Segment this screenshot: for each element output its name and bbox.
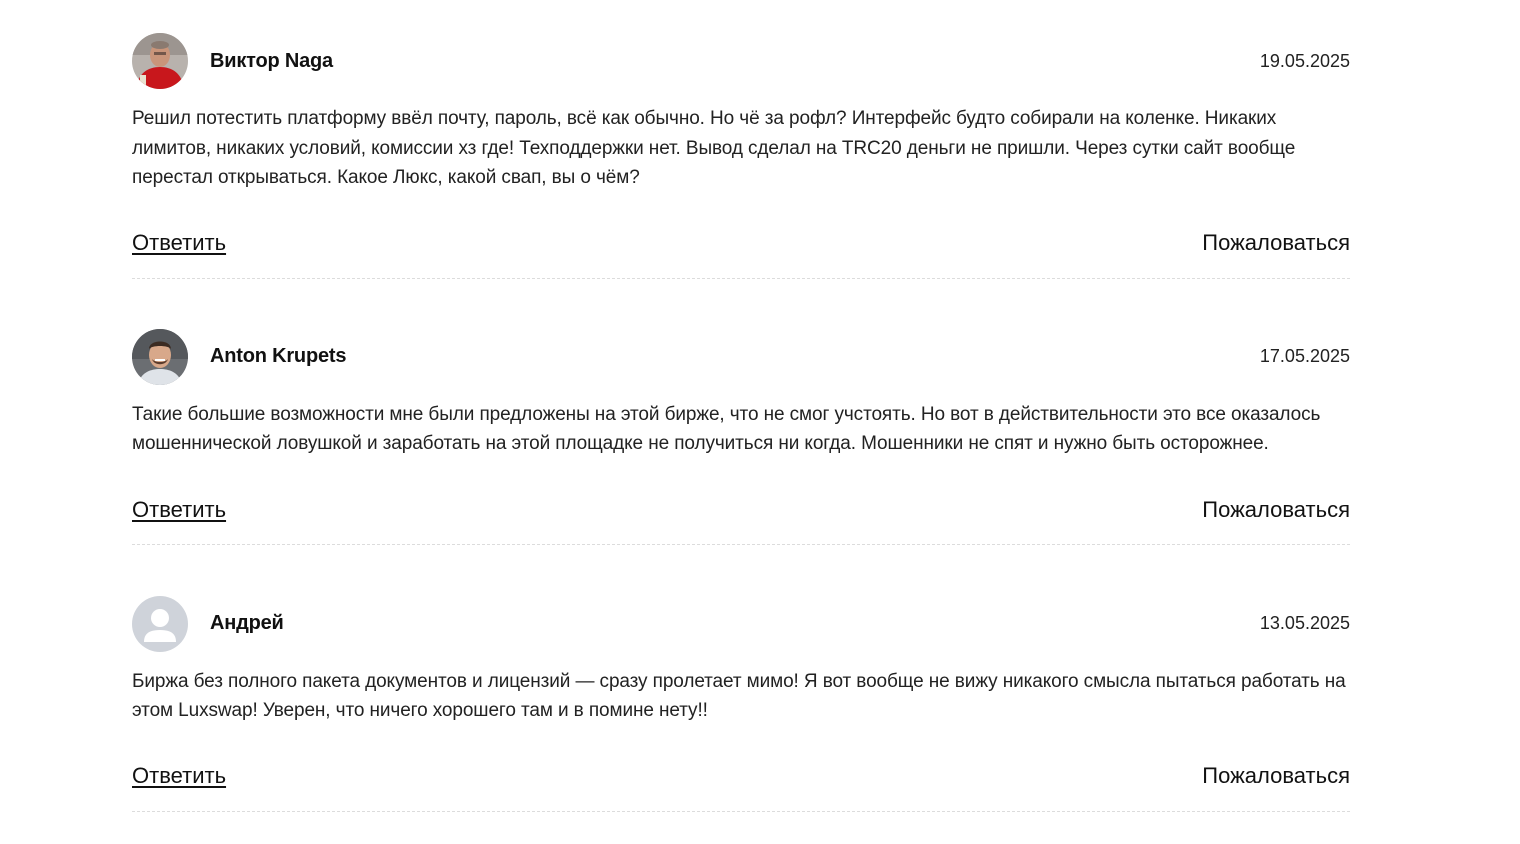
author-name: Андрей xyxy=(210,612,284,634)
user-photo-icon xyxy=(132,328,188,385)
report-button[interactable]: Пожаловаться xyxy=(1202,497,1350,523)
comment-text: Биржа без полного пакета документов и ли… xyxy=(132,670,1346,722)
comment-header: Андрей 13.05.2025 xyxy=(132,595,1350,652)
author-name: Anton Krupets xyxy=(210,345,347,367)
reply-button[interactable]: Ответить xyxy=(132,230,226,256)
default-user-icon xyxy=(132,595,188,652)
author-name: Виктор Naga xyxy=(210,49,333,72)
comment-header: Виктор Naga 19.05.2025 xyxy=(132,33,1350,89)
report-button[interactable]: Пожаловаться xyxy=(1202,230,1350,256)
reply-button[interactable]: Ответить xyxy=(132,763,226,789)
comment-date: 13.05.2025 xyxy=(1259,613,1350,633)
comment-actions: Ответить Пожаловаться xyxy=(132,228,1350,258)
avatar xyxy=(132,33,188,89)
comment-text: Решил потестить платформу ввёл почту, па… xyxy=(132,108,1296,188)
avatar xyxy=(132,328,188,385)
comment-actions: Ответить Пожаловаться xyxy=(132,761,1350,791)
avatar xyxy=(132,595,188,652)
comment-date: 17.05.2025 xyxy=(1259,346,1350,366)
user-photo-icon xyxy=(132,33,188,89)
comment-item: Андрей 13.05.2025 Биржа без полного паке… xyxy=(132,595,1350,812)
comments-list: Виктор Naga 19.05.2025 Решил потестить п… xyxy=(132,0,1350,812)
report-button[interactable]: Пожаловаться xyxy=(1202,763,1350,789)
comment-date: 19.05.2025 xyxy=(1259,50,1350,71)
comment-item: Anton Krupets 17.05.2025 Такие большие в… xyxy=(132,328,1350,545)
comment-item: Виктор Naga 19.05.2025 Решил потестить п… xyxy=(132,33,1350,279)
reply-button[interactable]: Ответить xyxy=(132,497,226,523)
comment-actions: Ответить Пожаловаться xyxy=(132,495,1350,525)
comment-header: Anton Krupets 17.05.2025 xyxy=(132,328,1350,385)
comment-text: Такие большие возможности мне были предл… xyxy=(132,403,1321,455)
